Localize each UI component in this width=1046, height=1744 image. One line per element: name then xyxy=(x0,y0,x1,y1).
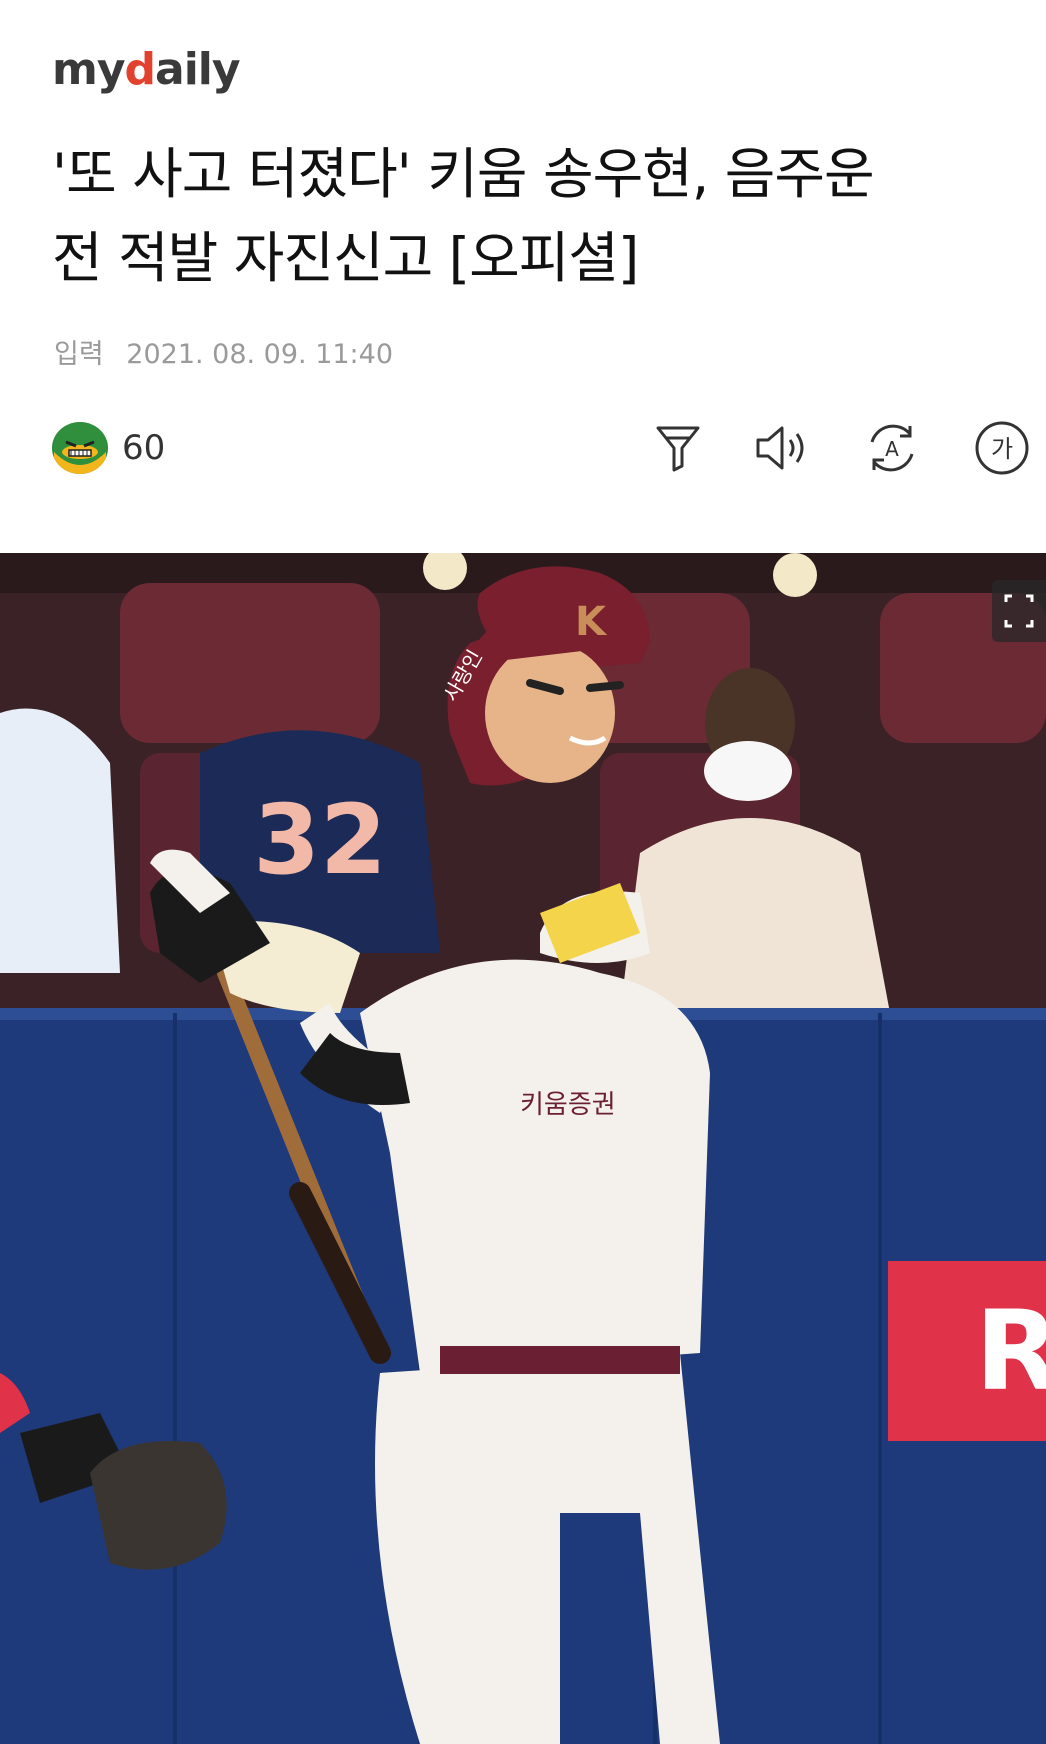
stadium-sign-text: R xyxy=(975,1287,1046,1415)
translate-label: A xyxy=(885,437,899,461)
filter-icon xyxy=(656,426,700,472)
reaction-face-icon xyxy=(52,422,108,474)
font-size-label: 가 xyxy=(991,435,1013,463)
translate-button[interactable]: A xyxy=(862,418,922,478)
article-toolbar: 60 A 가 xyxy=(0,418,1046,482)
article-dateline: 입력 2021. 08. 09. 11:40 xyxy=(54,332,393,371)
reaction-button[interactable]: 60 xyxy=(52,422,165,474)
logo-text-suffix: aily xyxy=(155,44,241,95)
article-photo[interactable]: 32 R 키움증권 K 사랑인 xyxy=(0,553,1046,1744)
translate-icon: A xyxy=(870,424,914,472)
speaker-icon xyxy=(756,426,804,470)
headline-line-1: '또 사고 터졌다' 키움 송우현, 음주운 xyxy=(52,142,875,206)
logo-text-prefix: my xyxy=(52,44,126,95)
font-size-button[interactable]: 가 xyxy=(972,418,1032,478)
fullscreen-button[interactable] xyxy=(992,580,1046,642)
date-value: 2021. 08. 09. 11:40 xyxy=(126,339,394,370)
filter-button[interactable] xyxy=(648,418,708,478)
reaction-count: 60 xyxy=(122,428,166,468)
baseball-player-photo: 32 R 키움증권 K 사랑인 xyxy=(0,553,1046,1744)
helmet-letter: K xyxy=(575,599,608,645)
font-size-icon: 가 xyxy=(975,421,1029,475)
headline-line-2: 전 적발 자진신고 [오피셜] xyxy=(52,226,639,290)
uniform-text: 키움증권 xyxy=(520,1090,616,1120)
article-headline: '또 사고 터졌다' 키움 송우현, 음주운 전 적발 자진신고 [오피셜] xyxy=(52,132,1002,300)
jersey-number: 32 xyxy=(253,784,387,896)
mydaily-logo[interactable]: mydaily xyxy=(52,44,241,95)
date-label: 입력 xyxy=(54,339,104,370)
fullscreen-icon xyxy=(1004,594,1034,628)
listen-button[interactable] xyxy=(752,418,812,478)
logo-text-accent: d xyxy=(124,44,156,95)
